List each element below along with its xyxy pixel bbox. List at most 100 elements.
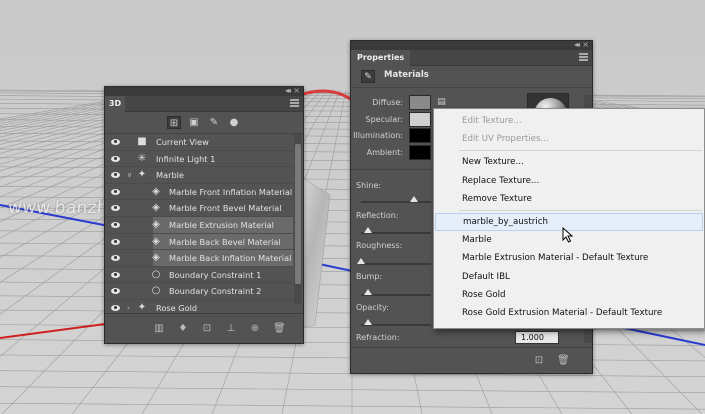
shine-slider-track[interactable] <box>361 201 431 203</box>
close-icon[interactable]: × <box>293 86 300 95</box>
properties-titlebar[interactable]: ◂◂ × <box>351 40 592 50</box>
menu-item: Edit Texture... <box>462 116 522 126</box>
roughness-label: Roughness: <box>356 241 403 250</box>
refraction-input[interactable]: 1.000 <box>515 331 559 344</box>
layer-label: Marble Extrusion Material <box>169 219 274 230</box>
ambient-label: Ambient: <box>366 148 403 157</box>
mesh-icon: ✦ <box>137 169 147 181</box>
expand-arrow-icon[interactable]: ∨ <box>127 167 132 183</box>
menu-item: Edit UV Properties... <box>462 134 549 145</box>
bump-slider-knob[interactable] <box>364 289 372 295</box>
layer-row[interactable]: ◈ Marble Front Bevel Material <box>105 200 293 217</box>
add-light-icon[interactable]: ♦ <box>177 323 189 335</box>
section-title: Materials <box>384 70 429 80</box>
roughness-slider-track[interactable] <box>361 263 431 265</box>
add-material-icon[interactable]: ⊡ <box>533 355 545 367</box>
material-icon: ◈ <box>152 252 160 264</box>
menu-item[interactable]: Marble Extrusion Material - Default Text… <box>435 249 703 267</box>
visibility-eye-icon[interactable] <box>109 151 121 167</box>
whole-scene-icon[interactable]: ⊞ <box>167 116 181 129</box>
3d-filter-toolbar: ⊞ ▣ ✎ ● <box>105 112 303 134</box>
tab-3d[interactable]: 3D <box>105 96 125 112</box>
visibility-eye-icon[interactable] <box>109 267 121 283</box>
illumination-label: Illumination: <box>353 131 403 140</box>
menu-item[interactable]: Remove Texture <box>435 190 703 208</box>
layer-label: Marble Front Bevel Material <box>169 203 282 214</box>
layer-row[interactable]: ◈ Marble Back Inflation Material <box>105 250 293 267</box>
material-icon: ◈ <box>152 218 160 230</box>
layer-row[interactable]: ■ Current View <box>105 134 293 151</box>
visibility-eye-icon[interactable] <box>109 200 121 216</box>
layer-row[interactable]: ◈ Marble Extrusion Material <box>105 216 293 234</box>
meshes-icon[interactable]: ▣ <box>187 116 201 129</box>
constraint-icon: ○ <box>151 285 161 297</box>
ambient-color-swatch[interactable] <box>409 145 431 160</box>
render-icon[interactable]: ▥ <box>153 323 165 335</box>
layer-label: Marble Back Inflation Material <box>169 253 292 264</box>
collapse-icon[interactable]: ◂◂ <box>574 40 580 49</box>
camera-icon: ■ <box>137 136 147 147</box>
panel-menu-icon[interactable] <box>290 99 299 107</box>
panel-menu-icon[interactable] <box>579 53 588 61</box>
refraction-label: Refraction: <box>356 333 400 342</box>
layer-row[interactable]: ✳ Infinite Light 1 <box>105 151 293 168</box>
trash-icon[interactable]: 🗑 <box>557 355 570 367</box>
layer-row[interactable]: ∨ ✦ Marble <box>105 167 293 184</box>
material-icon: ◈ <box>152 202 160 214</box>
materials-filter-icon[interactable]: ✎ <box>207 116 221 129</box>
menu-item[interactable]: Rose Gold <box>435 286 703 304</box>
illumination-color-swatch[interactable] <box>409 128 431 143</box>
visibility-eye-icon[interactable] <box>109 134 121 150</box>
3d-panel-bottom-toolbar: ▥ ♦ ⊡ ⊥ ⊕ 🗑 <box>105 313 303 343</box>
3d-panel-titlebar[interactable]: ◂◂ × <box>105 86 303 96</box>
menu-item[interactable]: Replace Texture... <box>435 172 703 190</box>
layer-label: Marble <box>156 170 184 181</box>
3d-layer-list: ■ Current View ✳ Infinite Light 1 ∨ ✦ Marble ◈ M… <box>105 134 293 317</box>
opacity-slider-knob[interactable] <box>364 319 372 325</box>
layer-label: Marble Front Inflation Material <box>169 186 293 197</box>
shine-label: Shine: <box>356 181 382 190</box>
diffuse-label: Diffuse: <box>372 98 403 107</box>
drop-to-plane-icon[interactable]: ⊥ <box>225 323 237 335</box>
layer-label: Boundary Constraint 2 <box>169 286 262 297</box>
ground-plane-icon[interactable]: ⊡ <box>201 323 213 335</box>
material-icon: ◈ <box>152 185 160 197</box>
lights-filter-icon[interactable]: ● <box>227 116 241 129</box>
reflection-label: Reflection: <box>356 211 399 220</box>
tab-properties[interactable]: Properties <box>351 50 411 66</box>
properties-tabbar: Properties <box>351 50 592 66</box>
3d-panel-scrollbar[interactable] <box>294 134 302 304</box>
layer-row[interactable]: ○ Boundary Constraint 1 <box>105 267 293 284</box>
layer-label: Marble Back Bevel Material <box>169 236 281 247</box>
properties-footer: ⊡ 🗑 <box>351 347 592 373</box>
layer-row[interactable]: ○ Boundary Constraint 2 <box>105 283 293 300</box>
layer-label: Infinite Light 1 <box>156 153 216 164</box>
roughness-slider-knob[interactable] <box>357 258 365 264</box>
mouse-cursor-icon <box>562 227 574 243</box>
constraint-icon: ○ <box>151 268 161 280</box>
reflection-slider-knob[interactable] <box>364 227 372 233</box>
layer-row[interactable]: ◈ Marble Front Inflation Material <box>105 184 293 201</box>
scrollbar-thumb[interactable] <box>295 144 301 284</box>
light-icon: ✳ <box>137 152 147 164</box>
visibility-eye-icon[interactable] <box>109 234 121 250</box>
diffuse-color-swatch[interactable] <box>409 95 431 110</box>
layer-row[interactable]: ◈ Marble Back Bevel Material <box>105 233 293 251</box>
visibility-eye-icon[interactable] <box>109 217 121 233</box>
texture-context-menu: Edit Texture... Edit UV Properties... New … <box>433 108 705 329</box>
new-object-icon[interactable]: ⊕ <box>249 323 261 335</box>
trash-icon[interactable]: 🗑 <box>273 323 286 335</box>
visibility-eye-icon[interactable] <box>109 283 121 299</box>
shine-slider-knob[interactable] <box>409 196 418 202</box>
specular-color-swatch[interactable] <box>409 112 431 127</box>
menu-item[interactable]: Default IBL <box>435 268 703 286</box>
visibility-eye-icon[interactable] <box>109 250 121 266</box>
materials-header: ✎ Materials <box>351 66 592 88</box>
menu-item[interactable]: New Texture... <box>435 153 703 171</box>
collapse-icon[interactable]: ◂◂ <box>285 86 291 95</box>
layer-label: Current View <box>156 137 209 147</box>
close-icon[interactable]: × <box>582 40 589 49</box>
visibility-eye-icon[interactable] <box>109 167 121 183</box>
menu-item[interactable]: Rose Gold Extrusion Material - Default T… <box>435 304 703 322</box>
visibility-eye-icon[interactable] <box>109 184 121 200</box>
